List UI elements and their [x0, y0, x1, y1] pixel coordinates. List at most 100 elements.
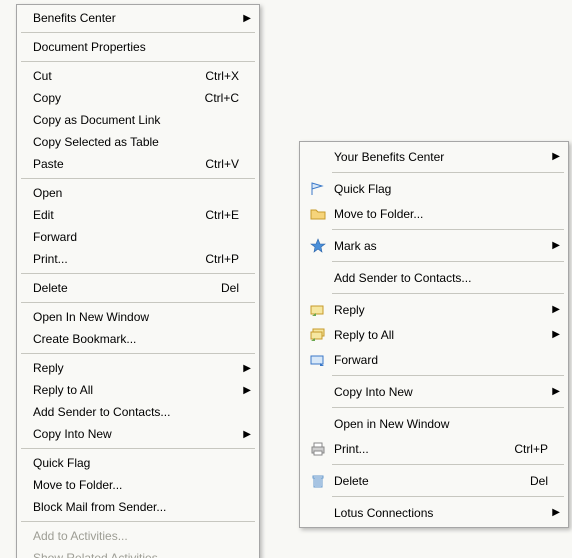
submenu-arrow-icon: ▶ — [550, 386, 560, 397]
menu-item-label: Document Properties — [33, 40, 253, 54]
blank-icon — [25, 360, 29, 376]
context-menu-left: Benefits Center ▶ Document Properties Cu… — [16, 4, 260, 558]
separator — [21, 61, 255, 62]
separator — [21, 32, 255, 33]
menu-item-label: Reply — [33, 361, 241, 375]
menu-item-benefits-center[interactable]: Benefits Center ▶ — [19, 7, 257, 29]
menu-item-label: Reply to All — [33, 383, 241, 397]
menu-item-label: Print... — [334, 442, 494, 456]
separator — [332, 172, 564, 173]
menu-item-label: Quick Flag — [334, 182, 562, 196]
menu-item-label: Cut — [33, 69, 185, 83]
menu-item-reply-to-all[interactable]: Reply to All ▶ — [302, 322, 566, 347]
blank-icon — [25, 10, 29, 26]
reply-icon — [308, 302, 328, 318]
reply-all-icon — [308, 327, 328, 343]
menu-item-label: Forward — [33, 230, 253, 244]
blank-icon — [25, 207, 29, 223]
blank-icon — [25, 185, 29, 201]
folder-icon — [308, 206, 328, 222]
blank-icon — [25, 156, 29, 172]
menu-item-label: Benefits Center — [33, 11, 241, 25]
submenu-arrow-icon: ▶ — [241, 363, 251, 374]
menu-item-label: Copy as Document Link — [33, 113, 253, 127]
blank-icon — [308, 416, 328, 432]
blank-icon — [25, 382, 29, 398]
menu-item-print[interactable]: Print... Ctrl+P — [302, 436, 566, 461]
menu-item-move-to-folder[interactable]: Move to Folder... — [19, 474, 257, 496]
blank-icon — [25, 280, 29, 296]
shortcut-label: Del — [530, 474, 548, 488]
menu-item-quick-flag[interactable]: Quick Flag — [19, 452, 257, 474]
menu-item-forward[interactable]: Forward — [19, 226, 257, 248]
menu-item-edit[interactable]: Edit Ctrl+E — [19, 204, 257, 226]
menu-item-mark-as[interactable]: Mark as ▶ — [302, 233, 566, 258]
menu-item-delete[interactable]: Delete Del — [19, 277, 257, 299]
submenu-arrow-icon: ▶ — [550, 304, 560, 315]
menu-item-copy[interactable]: Copy Ctrl+C — [19, 87, 257, 109]
menu-item-label: Delete — [334, 474, 510, 488]
blank-icon — [25, 455, 29, 471]
menu-item-forward[interactable]: Forward — [302, 347, 566, 372]
blank-icon — [25, 68, 29, 84]
blank-icon — [25, 499, 29, 515]
submenu-arrow-icon: ▶ — [550, 507, 560, 518]
menu-item-add-sender-to-contacts[interactable]: Add Sender to Contacts... — [302, 265, 566, 290]
menu-item-reply-to-all[interactable]: Reply to All ▶ — [19, 379, 257, 401]
menu-item-print[interactable]: Print... Ctrl+P — [19, 248, 257, 270]
submenu-arrow-icon: ▶ — [550, 151, 560, 162]
menu-item-label: Create Bookmark... — [33, 332, 253, 346]
separator — [332, 496, 564, 497]
menu-item-open-in-new-window[interactable]: Open in New Window — [302, 411, 566, 436]
menu-item-lotus-connections[interactable]: Lotus Connections ▶ — [302, 500, 566, 525]
menu-item-label: Quick Flag — [33, 456, 253, 470]
menu-item-reply[interactable]: Reply ▶ — [19, 357, 257, 379]
menu-item-label: Print... — [33, 252, 185, 266]
menu-item-open-in-new-window[interactable]: Open In New Window — [19, 306, 257, 328]
menu-item-paste[interactable]: Paste Ctrl+V — [19, 153, 257, 175]
forward-icon — [308, 352, 328, 368]
menu-item-your-benefits-center[interactable]: Your Benefits Center ▶ — [302, 144, 566, 169]
separator — [332, 375, 564, 376]
menu-item-open[interactable]: Open — [19, 182, 257, 204]
menu-item-label: Forward — [334, 353, 562, 367]
blank-icon — [25, 229, 29, 245]
menu-item-move-to-folder[interactable]: Move to Folder... — [302, 201, 566, 226]
shortcut-label: Del — [221, 281, 239, 295]
blank-icon — [25, 404, 29, 420]
separator — [332, 464, 564, 465]
blank-icon — [25, 426, 29, 442]
menu-item-copy-into-new[interactable]: Copy Into New ▶ — [19, 423, 257, 445]
menu-item-cut[interactable]: Cut Ctrl+X — [19, 65, 257, 87]
menu-item-add-sender-to-contacts[interactable]: Add Sender to Contacts... — [19, 401, 257, 423]
submenu-arrow-icon: ▶ — [241, 13, 251, 24]
menu-item-label: Copy — [33, 91, 185, 105]
blank-icon — [25, 112, 29, 128]
menu-item-label: Move to Folder... — [334, 207, 562, 221]
menu-item-block-mail-from-sender[interactable]: Block Mail from Sender... — [19, 496, 257, 518]
menu-item-document-properties[interactable]: Document Properties — [19, 36, 257, 58]
menu-item-label: Add Sender to Contacts... — [334, 271, 562, 285]
menu-item-label: Copy Into New — [33, 427, 241, 441]
menu-item-label: Reply to All — [334, 328, 550, 342]
menu-item-delete[interactable]: Delete Del — [302, 468, 566, 493]
menu-item-label: Mark as — [334, 239, 550, 253]
menu-item-label: Show Related Activities — [33, 551, 253, 558]
separator — [21, 353, 255, 354]
separator — [332, 293, 564, 294]
menu-item-copy-selected-as-table[interactable]: Copy Selected as Table — [19, 131, 257, 153]
separator — [332, 261, 564, 262]
menu-item-create-bookmark[interactable]: Create Bookmark... — [19, 328, 257, 350]
shortcut-label: Ctrl+P — [514, 442, 548, 456]
menu-item-label: Copy Into New — [334, 385, 550, 399]
menu-item-quick-flag[interactable]: Quick Flag — [302, 176, 566, 201]
menu-item-copy-into-new[interactable]: Copy Into New ▶ — [302, 379, 566, 404]
separator — [332, 229, 564, 230]
menu-item-copy-as-document-link[interactable]: Copy as Document Link — [19, 109, 257, 131]
menu-item-label: Delete — [33, 281, 201, 295]
blank-icon — [25, 309, 29, 325]
blank-icon — [25, 331, 29, 347]
context-menu-right: Your Benefits Center ▶ Quick Flag Move t… — [299, 141, 569, 528]
blank-icon — [25, 90, 29, 106]
menu-item-reply[interactable]: Reply ▶ — [302, 297, 566, 322]
